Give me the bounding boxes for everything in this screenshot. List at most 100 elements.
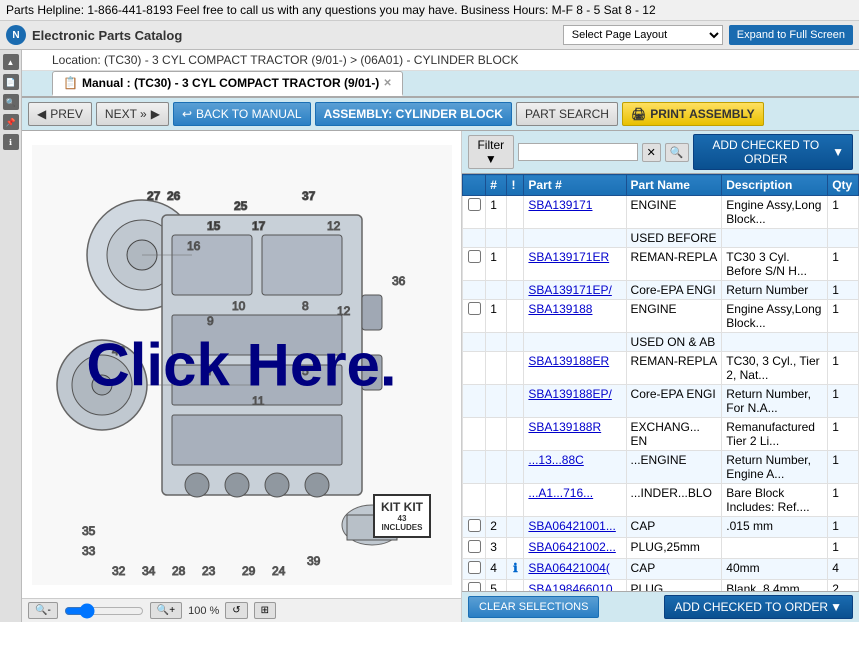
info-col (507, 333, 524, 352)
manual-tab[interactable]: 📋 Manual : (TC30) - 3 CYL COMPACT TRACTO… (52, 71, 403, 96)
part-id-col[interactable]: SBA06421001... (524, 517, 626, 538)
info-col (507, 229, 524, 248)
part-link[interactable]: SBA198466010 (528, 582, 612, 591)
table-row: SBA139188REXCHANG... ENRemanufactured Ti… (463, 418, 859, 451)
parts-table-container[interactable]: # ! Part # Part Name Description Qty 1SB… (462, 174, 859, 591)
info-col[interactable]: ℹ (507, 559, 524, 580)
col-qty: Qty (828, 175, 859, 196)
description-col (722, 229, 828, 248)
tab-close-icon[interactable]: ✕ (383, 78, 391, 89)
toolbar: ◀ PREV NEXT » ▶ ↩ BACK TO MANUAL ASSEMBL… (22, 98, 859, 131)
prev-button[interactable]: ◀ PREV (28, 102, 92, 126)
qty-col (828, 229, 859, 248)
part-id-col[interactable]: SBA06421004( (524, 559, 626, 580)
filter-clear-button[interactable]: ✕ (642, 143, 661, 162)
part-search-button[interactable]: PART SEARCH (516, 102, 618, 126)
part-link[interactable]: SBA139188ER (528, 354, 609, 368)
location-bar: Location: (TC30) - 3 CYL COMPACT TRACTOR… (22, 50, 859, 71)
row-checkbox[interactable] (468, 561, 481, 574)
back-to-manual-button[interactable]: ↩ BACK TO MANUAL (173, 102, 311, 126)
part-link[interactable]: SBA139171ER (528, 250, 609, 264)
row-checkbox[interactable] (468, 302, 481, 315)
filter-dropdown-button[interactable]: Filter ▼ (468, 135, 514, 169)
part-link[interactable]: SBA139171EP/ (528, 283, 611, 297)
print-assembly-button[interactable]: 🖨 PRINT ASSEMBLY (622, 102, 764, 126)
svg-text:5: 5 (302, 364, 309, 378)
sidebar-icon-5[interactable]: ℹ (3, 134, 19, 150)
sidebar-icon-4[interactable]: 📌 (3, 114, 19, 130)
part-link[interactable]: ...13...88C (528, 453, 583, 467)
filter-input[interactable] (518, 143, 638, 161)
qty-col: 1 (828, 281, 859, 300)
diagram-image[interactable]: 27 26 25 37 17 15 16 12 12 10 11 9 (22, 131, 461, 598)
part-link[interactable]: SBA139188R (528, 420, 601, 434)
part-id-col[interactable]: ...13...88C (524, 451, 626, 484)
sidebar-icon-2[interactable]: 📄 (3, 74, 19, 90)
expand-button[interactable]: Expand to Full Screen (729, 25, 853, 45)
clear-selections-button[interactable]: CLEAR SELECTIONS (468, 596, 599, 618)
row-checkbox[interactable] (468, 519, 481, 532)
info-col (507, 352, 524, 385)
part-id-col[interactable]: ...A1...716... (524, 484, 626, 517)
row-checkbox[interactable] (468, 540, 481, 553)
qty-col: 1 (828, 248, 859, 281)
part-id-col[interactable]: SBA139171EP/ (524, 281, 626, 300)
print-icon: 🖨 (631, 107, 646, 121)
description-col: Return Number, For N.A... (722, 385, 828, 418)
row-checkbox[interactable] (468, 250, 481, 263)
assembly-button[interactable]: ASSEMBLY: CYLINDER BLOCK (315, 102, 512, 126)
manual-tab-label: Manual : (TC30) - 3 CYL COMPACT TRACTOR … (82, 76, 379, 90)
part-link[interactable]: SBA06421001... (528, 519, 615, 533)
sidebar-icon-3[interactable]: 🔍 (3, 94, 19, 110)
sidebar-icon-1[interactable]: ▲ (3, 54, 19, 70)
filter-search-button[interactable]: 🔍 (665, 143, 689, 162)
qty-col: 4 (828, 559, 859, 580)
svg-text:10: 10 (232, 299, 246, 313)
page-layout-select[interactable]: Select Page Layout (563, 25, 723, 45)
row-checkbox[interactable] (468, 198, 481, 211)
part-id-col[interactable]: SBA139188EP/ (524, 385, 626, 418)
svg-text:26: 26 (167, 189, 181, 203)
manual-tab-icon: 📋 (63, 76, 78, 90)
col-num: # (486, 175, 507, 196)
content-area: Location: (TC30) - 3 CYL COMPACT TRACTOR… (22, 50, 859, 622)
part-number-col (486, 281, 507, 300)
part-id-col[interactable]: SBA139188R (524, 418, 626, 451)
part-link[interactable]: SBA06421004( (528, 561, 609, 575)
info-col (507, 281, 524, 300)
part-id-col[interactable]: SBA139188ER (524, 352, 626, 385)
description-col: 40mm (722, 559, 828, 580)
part-link[interactable]: SBA06421002... (528, 540, 615, 554)
part-link[interactable]: SBA139188 (528, 302, 592, 316)
part-id-col[interactable]: SBA198466010 (524, 580, 626, 592)
svg-text:24: 24 (272, 564, 286, 578)
zoom-fit-button[interactable]: ⊞ (254, 602, 276, 619)
zoom-reset-button[interactable]: ↺ (225, 602, 247, 619)
col-description: Description (722, 175, 828, 196)
description-col: Blank, 8.4mm (722, 580, 828, 592)
part-id-col[interactable]: SBA139171ER (524, 248, 626, 281)
svg-text:36: 36 (392, 274, 406, 288)
part-id-col[interactable]: SBA139188 (524, 300, 626, 333)
part-link[interactable]: ...A1...716... (528, 486, 593, 500)
part-id-col[interactable]: SBA139171 (524, 196, 626, 229)
part-name-col: EXCHANG... EN (626, 418, 722, 451)
part-link[interactable]: SBA139171 (528, 198, 592, 212)
description-col (722, 538, 828, 559)
add-checked-to-order-button[interactable]: ADD CHECKED TO ORDER ▼ (693, 134, 853, 170)
zoom-slider[interactable] (64, 603, 144, 619)
qty-col: 2 (828, 580, 859, 592)
svg-text:27: 27 (147, 189, 161, 203)
part-id-col (524, 229, 626, 248)
row-checkbox[interactable] (468, 582, 481, 591)
info-icon[interactable]: ℹ (513, 561, 518, 575)
zoom-out-button[interactable]: 🔍- (28, 602, 58, 619)
zoom-in-button[interactable]: 🔍+ (150, 602, 182, 619)
add-checked-to-order-footer-button[interactable]: ADD CHECKED TO ORDER ▼ (664, 595, 853, 619)
col-partnum: Part # (524, 175, 626, 196)
top-bar: Parts Helpline: 1-866-441-8193 Feel free… (0, 0, 859, 21)
part-id-col[interactable]: SBA06421002... (524, 538, 626, 559)
next-button[interactable]: NEXT » ▶ (96, 102, 169, 126)
part-link[interactable]: SBA139188EP/ (528, 387, 611, 401)
info-col (507, 580, 524, 592)
